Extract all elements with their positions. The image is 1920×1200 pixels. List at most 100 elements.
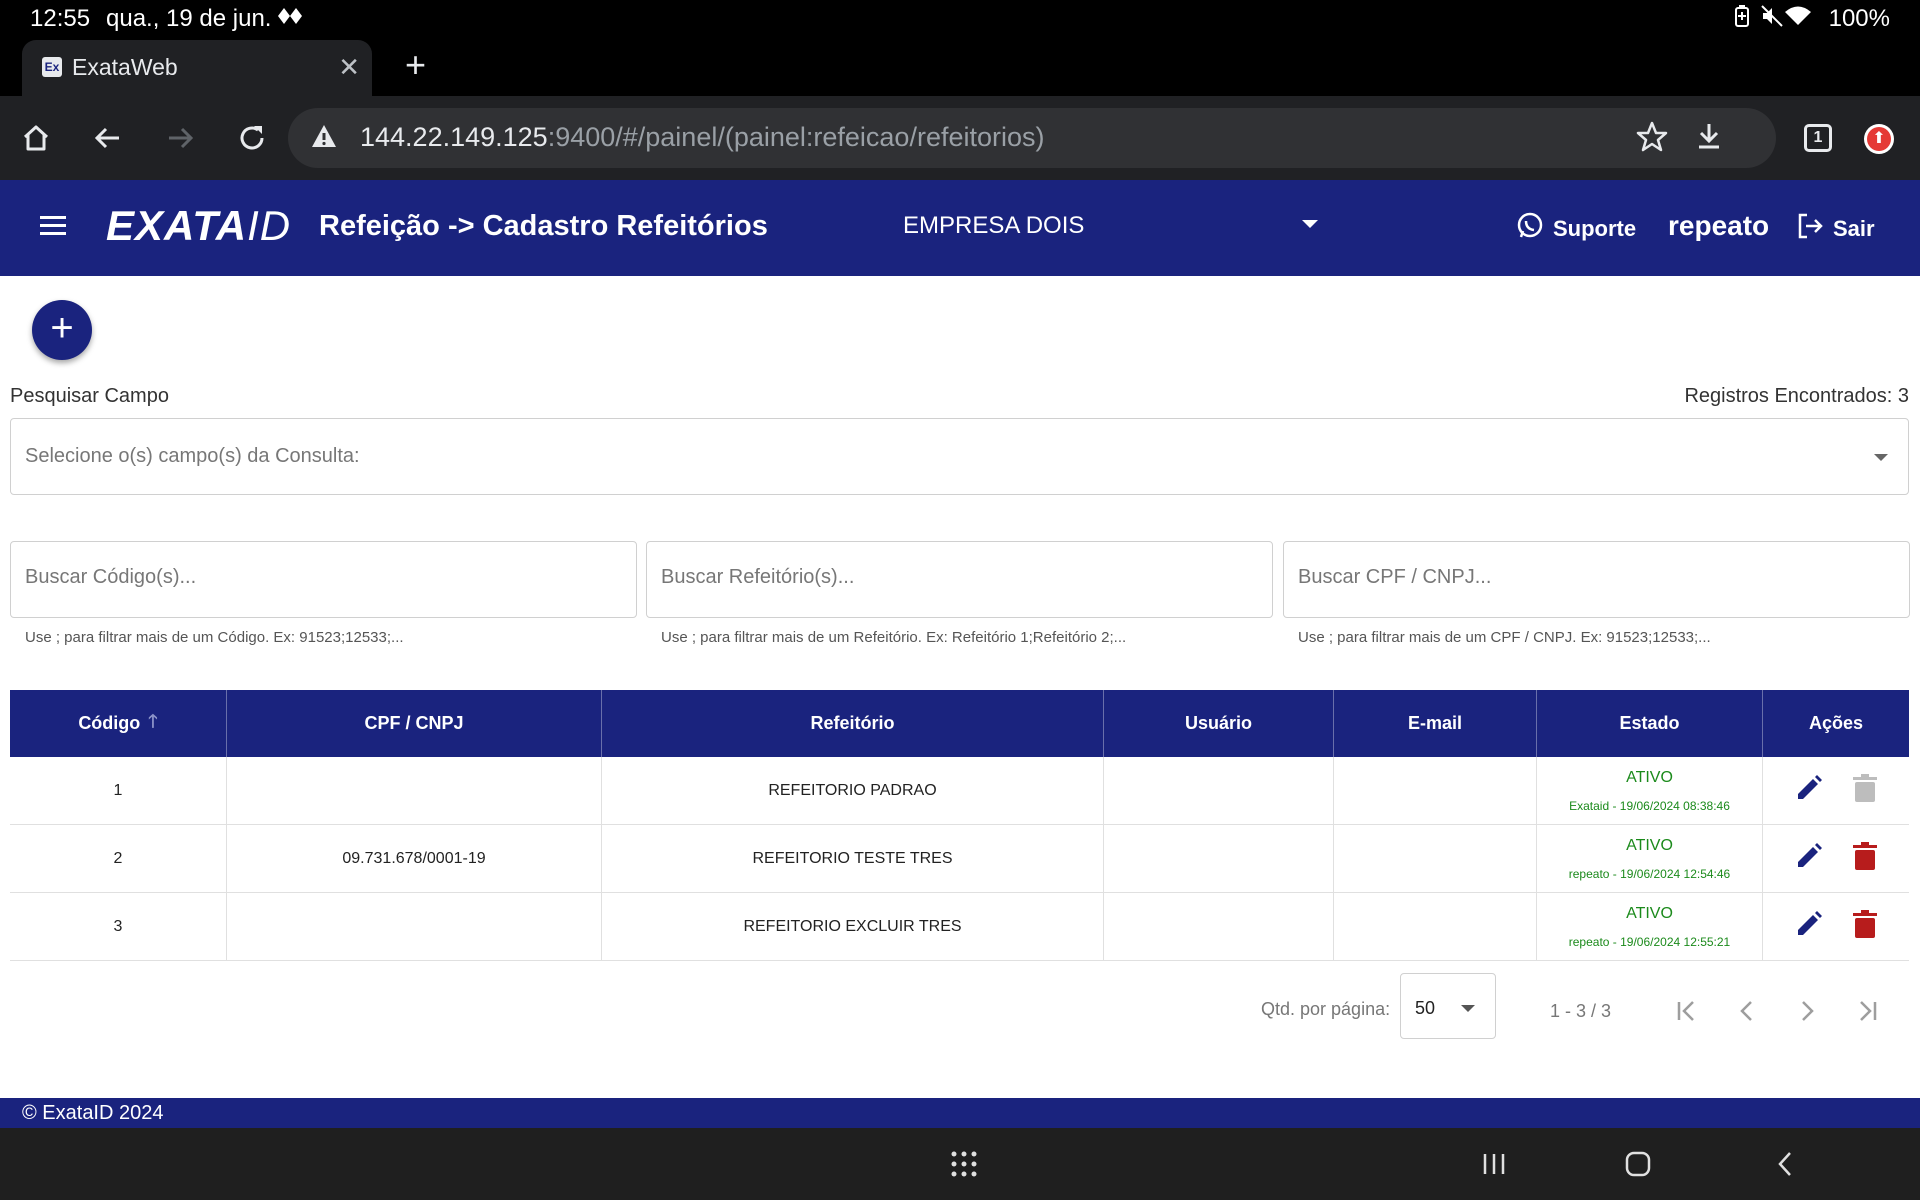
next-page-icon [1791,995,1823,1027]
cell-estado: ATIVO repeato - 19/06/2024 12:54:46 [1537,825,1763,892]
cell-acoes [1763,757,1909,824]
back-icon[interactable] [86,116,130,160]
refeitorio-search-input[interactable] [661,566,1251,589]
support-button[interactable]: Suporte [1515,211,1636,247]
edit-icon[interactable] [1794,841,1824,876]
first-page-icon [1671,995,1703,1027]
chevron-down-icon[interactable] [1461,1005,1475,1012]
forward-icon [158,116,202,160]
battery-level: 100% [1828,5,1890,32]
status-badge: ATIVO [1626,904,1673,922]
page-size-value: 50 [1415,998,1436,1018]
favicon-icon: Ex [42,57,62,77]
wifi-icon [1784,4,1812,35]
column-header-cpf: CPF / CNPJ [227,690,602,757]
whatsapp-icon [1515,211,1545,247]
table-row: 1 REFEITORIO PADRAO ATIVO Exataid - 19/0… [10,757,1909,825]
browser-tab[interactable]: Ex ExataWeb ✕ [22,40,372,96]
cell-refeitorio: REFEITORIO EXCLUIR TRES [602,893,1104,960]
company-select[interactable]: EMPRESA DOIS [903,212,1084,240]
cell-email [1334,825,1537,892]
column-header-refeitorio: Refeitório [602,690,1104,757]
cell-codigo: 3 [10,893,227,960]
status-date: qua., 19 de jun. [106,5,272,32]
cell-usuario [1104,893,1334,960]
cell-cpf [227,757,602,824]
table-header: Código 🡑 CPF / CNPJ Refeitório Usuário E-… [10,690,1909,757]
mute-icon [1760,4,1784,35]
user-name: repeato [1668,210,1770,241]
reload-icon[interactable] [230,116,274,160]
column-header-acoes: Ações [1808,713,1864,733]
column-header-usuario: Usuário [1104,690,1334,757]
new-tab-icon[interactable]: + [405,44,426,86]
status-badge: ATIVO [1626,768,1673,786]
audit-info: repeato - 19/06/2024 12:54:46 [1568,866,1731,881]
cpf-search-hint: Use ; para filtrar mais de um CPF / CNPJ… [1298,629,1711,646]
cell-cpf [227,893,602,960]
table-row: 2 09.731.678/0001-19 REFEITORIO TESTE TR… [10,825,1909,893]
home-nav-icon[interactable] [1624,1150,1652,1183]
tab-title: ExataWeb [72,54,178,80]
audit-info: Exataid - 19/06/2024 08:38:46 [1569,798,1730,813]
recents-icon[interactable] [1480,1150,1508,1183]
delete-icon[interactable] [1852,909,1878,944]
cpf-search-field[interactable] [1283,541,1910,618]
refeitorio-search-hint: Use ; para filtrar mais de um Refeitório… [661,629,1127,646]
code-search-field[interactable] [10,541,637,618]
delete-icon [1852,773,1878,808]
logout-icon [1795,211,1825,247]
download-icon[interactable] [1692,120,1726,159]
nearby-share-icon [276,4,304,35]
column-header-estado: Estado [1537,690,1763,757]
edit-icon[interactable] [1794,773,1824,808]
logout-button[interactable]: Sair [1795,211,1875,247]
menu-icon[interactable] [40,216,66,240]
profile-icon[interactable]: ⬆ [1864,124,1894,154]
address-bar[interactable]: 144.22.149.125:9400/#/painel/(painel:ref… [288,108,1776,168]
battery-saver-icon [1734,4,1750,35]
url-text[interactable]: 144.22.149.125:9400/#/painel/(painel:ref… [360,122,1045,153]
query-fields-placeholder: Selecione o(s) campo(s) da Consulta: [25,445,360,467]
app-footer: © ExataID 2024 [0,1098,1920,1128]
cell-usuario [1104,757,1334,824]
delete-icon[interactable] [1852,841,1878,876]
code-search-input[interactable] [25,566,615,589]
search-field-label: Pesquisar Campo [10,385,169,407]
app-header: EXATAID Refeição -> Cadastro Refeitórios… [0,180,1920,276]
add-icon: + [50,306,74,350]
cell-usuario [1104,825,1334,892]
last-page-icon [1851,995,1883,1027]
support-label: Suporte [1553,216,1637,241]
column-header-email: E-mail [1334,690,1537,757]
edit-icon[interactable] [1794,909,1824,944]
tab-switcher-icon[interactable]: 1 [1804,124,1832,152]
home-icon[interactable] [14,116,58,160]
cell-refeitorio: REFEITORIO TESTE TRES [602,825,1104,892]
cell-estado: ATIVO Exataid - 19/06/2024 08:38:46 [1537,757,1763,824]
cell-acoes [1763,893,1909,960]
browser-toolbar: 144.22.149.125:9400/#/painel/(painel:ref… [0,96,1920,180]
star-icon[interactable] [1635,120,1669,159]
add-button[interactable]: + [32,300,92,360]
status-time: 12:55 [30,5,91,32]
footer-copyright: © ExataID 2024 [22,1102,164,1124]
refeitorios-table: Código 🡑 CPF / CNPJ Refeitório Usuário E-… [10,690,1909,961]
page-size-select[interactable]: 50 [1400,973,1496,1039]
chevron-down-icon[interactable] [1302,220,1318,228]
records-count: Registros Encontrados: 3 [1684,385,1909,407]
close-tab-icon[interactable]: ✕ [338,52,360,83]
cell-codigo: 2 [10,825,227,892]
query-fields-select[interactable]: Selecione o(s) campo(s) da Consulta: [10,418,1909,495]
refeitorio-search-field[interactable] [646,541,1273,618]
warning-icon[interactable] [310,122,338,155]
browser-tab-strip: Ex ExataWeb ✕ + [0,36,1920,96]
column-header-codigo[interactable]: Código 🡑 [10,690,227,757]
app-drawer-icon[interactable] [950,1150,978,1183]
chevron-down-icon[interactable] [1874,454,1888,461]
back-nav-icon[interactable] [1772,1150,1800,1183]
prev-page-icon [1731,995,1763,1027]
cpf-search-input[interactable] [1298,566,1888,589]
page-title: Refeição -> Cadastro Refeitórios [319,210,768,242]
status-bar: 12:55 qua., 19 de jun. 100% [0,0,1920,36]
